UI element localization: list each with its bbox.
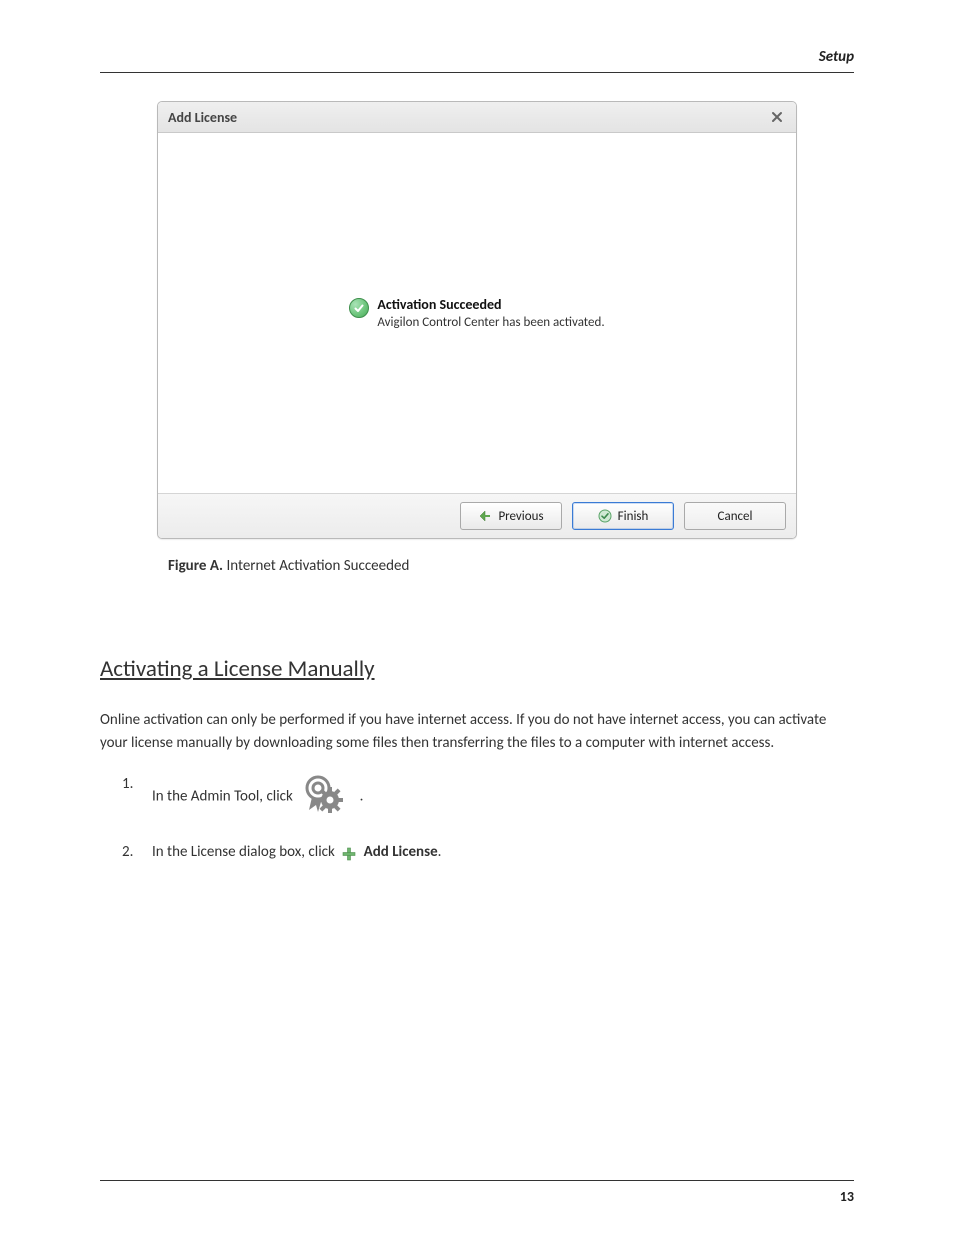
figure-label: Figure A. — [168, 557, 223, 575]
step1-text-a: In the Admin Tool, click — [152, 787, 293, 805]
settings-gear-badge-icon — [300, 772, 352, 822]
figure-caption: Figure A. Internet Activation Succeeded — [168, 557, 854, 575]
step2-text-a: In the License dialog box, click — [152, 843, 335, 861]
step1-text-b: . — [360, 787, 364, 805]
close-icon[interactable] — [768, 108, 786, 126]
dialog-titlebar: Add License — [158, 102, 796, 133]
success-subtitle: Avigilon Control Center has been activat… — [377, 315, 604, 330]
step2-text-c: . — [438, 843, 442, 861]
check-circle-icon — [598, 509, 612, 523]
intro-paragraph: Online activation can only be performed … — [100, 709, 854, 756]
step2-text-b: Add License — [364, 843, 438, 861]
list-item: In the License dialog box, click Add Lic… — [132, 840, 854, 864]
success-heading: Activation Succeeded — [377, 296, 604, 313]
finish-button[interactable]: Finish — [572, 502, 674, 530]
cancel-button-label: Cancel — [718, 509, 753, 524]
list-item: In the Admin Tool, click — [132, 772, 854, 822]
previous-button-label: Previous — [498, 509, 543, 524]
plus-icon — [342, 845, 356, 859]
success-check-icon — [349, 298, 369, 318]
page-number: 13 — [840, 1188, 854, 1205]
arrow-left-icon — [478, 510, 492, 522]
figure-caption-text: Internet Activation Succeeded — [226, 557, 409, 575]
previous-button[interactable]: Previous — [460, 502, 562, 530]
dialog-title: Add License — [168, 109, 237, 126]
header-section-label: Setup — [819, 48, 854, 66]
footer-divider — [100, 1180, 854, 1181]
add-license-dialog: Add License Activation Succeeded Avigilo… — [157, 101, 797, 539]
cancel-button[interactable]: Cancel — [684, 502, 786, 530]
finish-button-label: Finish — [618, 509, 649, 524]
activation-success-message: Activation Succeeded Avigilon Control Ce… — [349, 296, 604, 330]
section-title: Activating a License Manually — [100, 655, 854, 683]
